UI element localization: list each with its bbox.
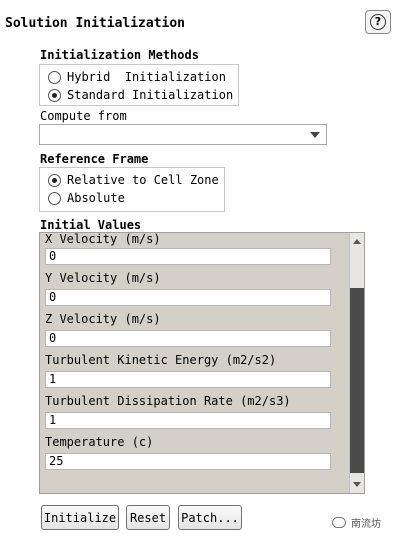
- x-velocity-field[interactable]: 0: [45, 248, 331, 265]
- radio-absolute[interactable]: Absolute: [48, 189, 125, 207]
- radio-button[interactable]: [48, 88, 61, 102]
- temperature-label: Temperature (c): [45, 435, 154, 449]
- z-velocity-label: Z Velocity (m/s): [45, 312, 161, 326]
- radio-label: Standard Initialization: [67, 88, 234, 102]
- vertical-scrollbar[interactable]: [349, 233, 364, 493]
- radio-standard-initialization[interactable]: Standard Initialization: [48, 86, 233, 104]
- init-methods-group: Hybrid Initialization Standard Initializ…: [39, 64, 239, 106]
- temperature-field[interactable]: 25: [45, 453, 331, 470]
- radio-label: Hybrid Initialization: [67, 70, 226, 84]
- radio-label: Absolute: [67, 191, 125, 205]
- turbulent-dissipation-rate-label: Turbulent Dissipation Rate (m2/s3): [45, 394, 291, 408]
- scroll-up-icon[interactable]: [353, 239, 361, 244]
- scroll-down-icon[interactable]: [353, 482, 361, 487]
- radio-relative-to-cell-zone[interactable]: Relative to Cell Zone: [48, 171, 219, 189]
- compute-from-label: Compute from: [40, 109, 127, 123]
- initial-values-panel[interactable]: X Velocity (m/s) 0 Y Velocity (m/s) 0 Z …: [39, 232, 365, 494]
- radio-hybrid-initialization[interactable]: Hybrid Initialization: [48, 68, 226, 86]
- reference-frame-group: Relative to Cell Zone Absolute: [39, 167, 225, 212]
- chat-bubble-icon: [332, 517, 346, 528]
- reset-button[interactable]: Reset: [126, 505, 170, 530]
- turbulent-kinetic-energy-field[interactable]: 1: [45, 371, 331, 388]
- help-icon: ?: [370, 14, 386, 30]
- scroll-thumb[interactable]: [350, 288, 364, 473]
- reference-frame-label: Reference Frame: [40, 152, 149, 166]
- y-velocity-label: Y Velocity (m/s): [45, 271, 161, 285]
- radio-button[interactable]: [48, 191, 61, 205]
- patch-button[interactable]: Patch...: [178, 505, 242, 530]
- init-methods-label: Initialization Methods: [40, 48, 199, 62]
- x-velocity-label: X Velocity (m/s): [45, 232, 161, 246]
- initialize-button[interactable]: Initialize: [41, 505, 119, 530]
- y-velocity-field[interactable]: 0: [45, 289, 331, 306]
- chevron-down-icon[interactable]: [310, 132, 320, 138]
- turbulent-dissipation-rate-field[interactable]: 1: [45, 412, 331, 429]
- watermark-text: 南流坊: [351, 519, 381, 530]
- z-velocity-field[interactable]: 0: [45, 330, 331, 347]
- panel-title: Solution Initialization: [5, 16, 186, 31]
- compute-from-dropdown[interactable]: [39, 124, 327, 145]
- initial-values-label: Initial Values: [40, 218, 142, 232]
- radio-label: Relative to Cell Zone: [67, 173, 219, 187]
- radio-button[interactable]: [48, 70, 61, 84]
- turbulent-kinetic-energy-label: Turbulent Kinetic Energy (m2/s2): [45, 353, 277, 367]
- help-button[interactable]: ?: [365, 10, 391, 34]
- radio-button[interactable]: [48, 173, 61, 187]
- watermark: 南流坊: [332, 515, 381, 530]
